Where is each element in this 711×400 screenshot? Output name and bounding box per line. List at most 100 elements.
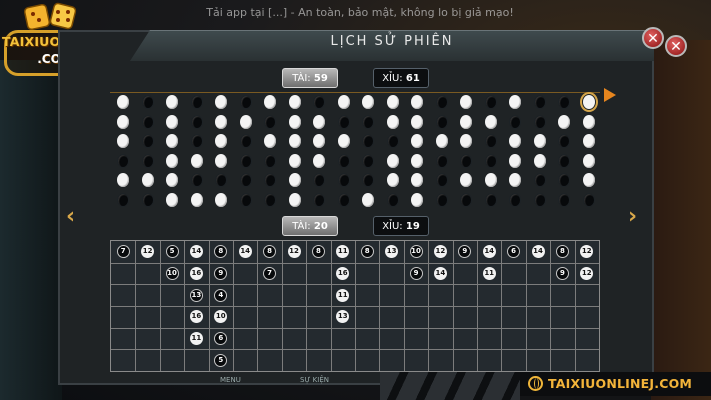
grid-divider (111, 284, 599, 286)
xiu-bead (484, 95, 497, 109)
xiu-bead (337, 153, 350, 168)
xiu-bead (239, 192, 252, 207)
bead-column (456, 95, 476, 211)
xiu-sum-marker: 6 (507, 245, 521, 259)
close-button[interactable]: ✕ (642, 27, 664, 49)
grid-divider (111, 349, 599, 351)
next-page-button[interactable]: › (628, 204, 637, 229)
xiu-bead (264, 114, 276, 129)
close-button-secondary[interactable]: ✕ (665, 35, 687, 57)
tai-bead (509, 173, 521, 187)
bead-column (334, 95, 354, 211)
tai-bead (313, 153, 325, 168)
tai-bead (460, 114, 472, 129)
xiu-bead (484, 153, 497, 168)
xiu-bead (460, 192, 472, 207)
right-lobby-strip (651, 40, 711, 400)
xiu-bead (337, 173, 350, 187)
bead-column (505, 95, 525, 211)
grid-divider (111, 262, 599, 264)
bead-column (138, 95, 158, 211)
bead-column (530, 95, 550, 211)
xiu-bead (509, 114, 521, 129)
tai-bead (411, 173, 423, 187)
tai-bead (386, 173, 399, 187)
tai-sum-marker: 14 (189, 245, 203, 259)
tai-bead (288, 173, 301, 187)
tai-bead (582, 134, 595, 148)
tai-sum-marker: 16 (189, 310, 203, 324)
tai-bead (166, 173, 178, 187)
xiu-bead (362, 134, 374, 148)
xiu-bead (582, 192, 595, 207)
xiu-sum-marker: 9 (458, 245, 472, 259)
xiu-bead (239, 153, 252, 168)
tai-sum-marker: 12 (580, 267, 594, 280)
bead-column (285, 95, 305, 211)
xiu-bead (190, 173, 203, 187)
xiu-bead (533, 192, 546, 207)
site-url: TAIXIUONLINEJ.COM (548, 376, 693, 391)
tai-bead (460, 134, 472, 148)
tai-bead (411, 192, 423, 207)
tai-bead (411, 134, 423, 148)
tai-bead (117, 173, 129, 187)
xiu-bead (484, 192, 497, 207)
xiu-bead (190, 95, 203, 109)
tai-bead (239, 114, 252, 129)
tai-sum-marker: 12 (580, 245, 594, 259)
xiu-sum-marker: 13 (189, 288, 203, 302)
xiu-bead (533, 114, 546, 129)
tai-sum-marker: 12 (141, 245, 155, 259)
tai-bead (460, 95, 472, 109)
tai-bead (386, 95, 399, 109)
tai-sum-marker: 10 (214, 310, 228, 324)
tai-sum-marker: 14 (482, 245, 496, 259)
xiu-bead (558, 95, 570, 109)
dice-icon (23, 2, 77, 31)
tai-bead (582, 153, 595, 168)
tai-bead (166, 114, 178, 129)
xiu-bead (264, 192, 276, 207)
tai-bead (386, 114, 399, 129)
tai-bead (215, 134, 227, 148)
tai-bead (264, 95, 276, 109)
prev-page-button[interactable]: ‹ (66, 204, 75, 229)
footer-event-label[interactable]: SỰ KIỆN (300, 376, 329, 384)
xiu-bead (362, 173, 374, 187)
tai-bead (313, 114, 325, 129)
xiu-sum-marker: 5 (214, 353, 228, 367)
tai-bead (411, 153, 423, 168)
xiu-bead (362, 114, 374, 129)
bead-road-grid (110, 92, 600, 213)
footer-menu-label[interactable]: MENU (220, 376, 241, 384)
tai-sum-marker: 11 (482, 267, 496, 280)
tai-bead (460, 173, 472, 187)
bead-column (187, 95, 207, 211)
tai-bead (509, 95, 521, 109)
tai-count-badge-top: TÀI: 59 (282, 68, 338, 88)
xiu-sum-marker: 9 (214, 267, 228, 280)
xiu-label: XỈU: (382, 221, 403, 232)
bead-column (211, 95, 231, 211)
bead-column (579, 92, 599, 211)
xiu-bead (509, 192, 521, 207)
xiu-sum-marker: 9 (409, 267, 423, 280)
tai-bead (558, 114, 570, 129)
tai-bead (484, 114, 497, 129)
xiu-sum-marker: 10 (165, 267, 179, 280)
xiu-sum-marker: 8 (360, 245, 374, 259)
tai-bead (411, 95, 423, 109)
bead-column (309, 95, 329, 211)
tai-bead (288, 192, 301, 207)
tai-bead (190, 153, 203, 168)
play-arrow-icon[interactable] (604, 88, 616, 102)
tai-value: 20 (313, 221, 328, 232)
sum-road-table: 7 12 5 10 14 16 13 16 11 8 9 4 10 6 5 14 8 7 12 8 11 16 11 13 8 1… (110, 240, 600, 372)
xiu-bead (435, 114, 448, 129)
tai-bead (362, 192, 374, 207)
tai-label: TÀI: (292, 221, 311, 232)
tai-bead (215, 153, 227, 168)
tai-bead (215, 95, 227, 109)
xiu-bead (435, 95, 448, 109)
